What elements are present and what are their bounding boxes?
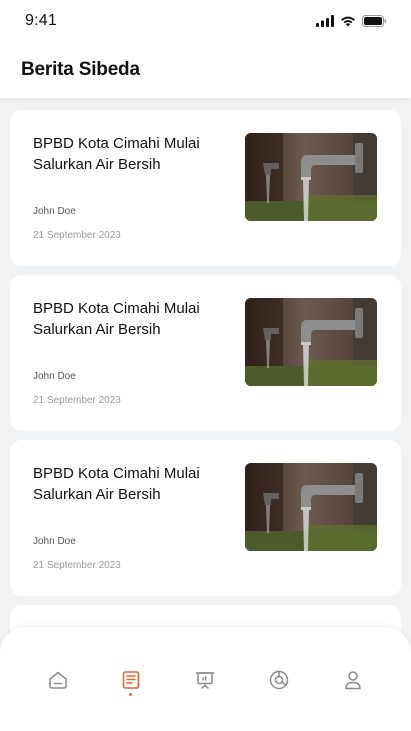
presentation-icon <box>195 672 215 689</box>
news-thumbnail <box>245 463 377 551</box>
news-icon <box>122 671 140 689</box>
home-icon <box>49 671 67 689</box>
news-author: John Doe <box>33 206 76 217</box>
nav-profile[interactable] <box>340 667 366 693</box>
news-title: BPBD Kota Cimahi Mulai Salurkan Air Bers… <box>33 300 200 338</box>
news-title: BPBD Kota Cimahi Mulai Salurkan Air Bers… <box>33 465 200 503</box>
status-icons <box>316 15 387 27</box>
news-thumbnail <box>245 298 377 386</box>
news-card[interactable]: BPBD Kota Cimahi Mulai Salurkan Air Bers… <box>10 275 401 431</box>
status-bar: 9:41 <box>0 0 411 42</box>
active-indicator <box>129 693 132 696</box>
status-time: 9:41 <box>25 12 57 29</box>
news-card[interactable]: BPBD Kota Cimahi Mulai Salurkan Air Bers… <box>10 110 401 266</box>
news-author: John Doe <box>33 371 76 382</box>
battery-icon <box>362 15 387 27</box>
news-thumbnail <box>245 133 377 221</box>
news-card[interactable]: BPBD Kota Cimahi Mulai Salurkan Air Bers… <box>10 440 401 596</box>
news-date: 21 September 2023 <box>33 560 121 571</box>
page-title: Berita Sibeda <box>21 59 140 80</box>
news-title: BPBD Kota Cimahi Mulai Salurkan Air Bers… <box>33 135 200 173</box>
chart-pie-icon <box>269 670 289 690</box>
app-header: Berita Sibeda <box>0 42 411 98</box>
bottom-nav <box>0 627 411 731</box>
nav-presentation[interactable] <box>192 667 218 693</box>
nav-statistics[interactable] <box>266 667 292 693</box>
signal-icon <box>316 15 334 27</box>
nav-news[interactable] <box>118 667 144 693</box>
nav-home[interactable] <box>45 667 71 693</box>
profile-icon <box>345 671 361 690</box>
news-author: John Doe <box>33 536 76 547</box>
news-date: 21 September 2023 <box>33 230 121 241</box>
wifi-icon <box>341 16 355 27</box>
news-date: 21 September 2023 <box>33 395 121 406</box>
